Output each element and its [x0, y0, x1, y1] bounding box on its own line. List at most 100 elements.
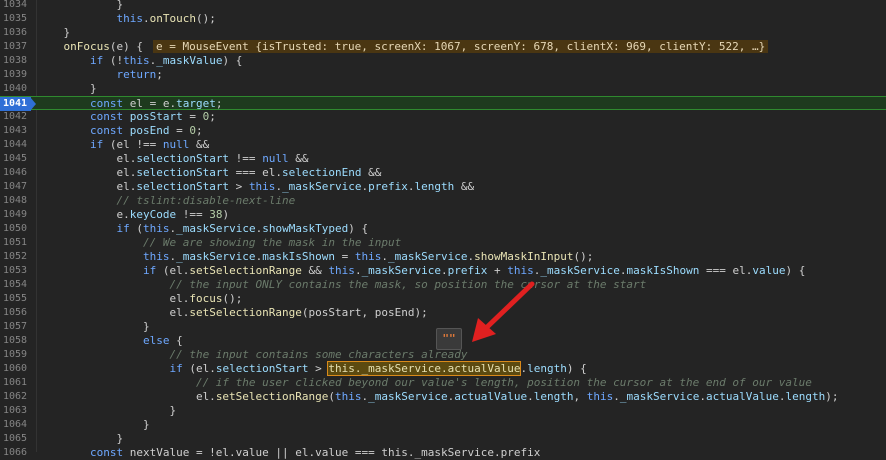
line-number[interactable]: 1060 [0, 362, 33, 376]
code-line[interactable]: 1059 // the input contains some characte… [0, 348, 886, 362]
code-line[interactable]: 1066 const nextValue = !el.value || el.v… [0, 446, 886, 460]
code-token: nextValue = !el.value || el.value === th… [123, 446, 541, 459]
code-line[interactable]: 1038 if (!this._maskValue) { [0, 54, 886, 68]
line-number[interactable]: 1059 [0, 348, 33, 362]
code-line[interactable]: 1056 el.setSelectionRange(posStart, posE… [0, 306, 886, 320]
line-number[interactable]: 1066 [0, 446, 33, 460]
line-number[interactable]: 1042 [0, 110, 33, 124]
line-number[interactable]: 1051 [0, 236, 33, 250]
code-token: ) { [348, 222, 369, 235]
code-line[interactable]: 1049 e.keyCode !== 38) [0, 208, 886, 222]
line-number[interactable]: 1056 [0, 306, 33, 320]
code-text: this._maskService.maskIsShown = this._ma… [37, 250, 593, 264]
code-line[interactable]: 1051 // We are showing the mask in the i… [0, 236, 886, 250]
line-number[interactable]: 1062 [0, 390, 33, 404]
code-text: if (!this._maskValue) { [37, 54, 242, 68]
line-number[interactable]: 1057 [0, 320, 33, 334]
line-number[interactable]: 1038 [0, 54, 33, 68]
code-token: + [487, 264, 508, 277]
code-token: el. [37, 292, 190, 305]
line-number[interactable]: 1063 [0, 404, 33, 418]
line-number[interactable]: 1036 [0, 26, 33, 40]
line-number[interactable]: 1054 [0, 278, 33, 292]
line-number[interactable]: 1034 [0, 0, 33, 12]
code-line[interactable]: 1064 } [0, 418, 886, 432]
code-text: el.setSelectionRange(this._maskService.a… [37, 390, 839, 404]
code-token: // if the user clicked beyond our value'… [37, 376, 812, 389]
line-number[interactable]: 1052 [0, 250, 33, 264]
code-text: const nextValue = !el.value || el.value … [37, 446, 540, 460]
code-text: el.selectionStart !== null && [37, 152, 308, 166]
line-number[interactable]: 1055 [0, 292, 33, 306]
code-line[interactable]: 1034 } [0, 0, 886, 12]
code-token: (el. [156, 264, 190, 277]
code-text: el.selectionStart === el.selectionEnd && [37, 166, 381, 180]
code-token: (); [222, 292, 243, 305]
code-token: if [37, 264, 157, 277]
code-line[interactable]: 1054 // the input ONLY contains the mask… [0, 278, 886, 292]
current-line[interactable]: 1041 const el = e.target; [0, 96, 886, 111]
line-number[interactable]: 1040 [0, 82, 33, 96]
code-token: } [37, 404, 177, 417]
code-line[interactable]: 1052 this._maskService.maskIsShown = thi… [0, 250, 886, 264]
code-line[interactable]: 1035 this.onTouch(); [0, 12, 886, 26]
code-token: length [785, 390, 826, 403]
code-token: && [454, 180, 475, 193]
code-line[interactable]: 1050 if (this._maskService.showMaskTyped… [0, 222, 886, 236]
line-number[interactable]: 1058 [0, 334, 33, 348]
code-line[interactable]: 1044 if (el !== null && [0, 138, 886, 152]
line-number[interactable]: 1039 [0, 68, 33, 82]
code-token: this [37, 12, 143, 25]
code-token: const [37, 110, 124, 123]
code-line[interactable]: 1053 if (el.setSelectionRange && this._m… [0, 264, 886, 278]
line-number[interactable]: 1045 [0, 152, 33, 166]
code-line[interactable]: 1045 el.selectionStart !== null && [0, 152, 886, 166]
code-line[interactable]: 1055 el.focus(); [0, 292, 886, 306]
code-line[interactable]: 1065 } [0, 432, 886, 446]
code-token: value [752, 264, 786, 277]
line-number[interactable]: 1061 [0, 376, 33, 390]
line-number[interactable]: 1035 [0, 12, 33, 26]
line-number[interactable]: 1047 [0, 180, 33, 194]
code-line[interactable]: 1063 } [0, 404, 886, 418]
line-number[interactable]: 1037 [0, 40, 33, 54]
code-token: selectionStart [215, 362, 309, 375]
line-number[interactable]: 1064 [0, 418, 33, 432]
line-number[interactable]: 1065 [0, 432, 33, 446]
line-number[interactable]: 1048 [0, 194, 33, 208]
code-token: selectionStart [136, 152, 230, 165]
line-number[interactable]: 1044 [0, 138, 33, 152]
code-editor[interactable]: 1034 } 1035 this.onTouch(); 1036 } 1037 onF… [0, 0, 886, 459]
code-line[interactable]: 1061 // if the user clicked beyond our v… [0, 376, 886, 390]
code-line[interactable]: 1039 return; [0, 68, 886, 82]
line-number[interactable]: 1043 [0, 124, 33, 138]
code-text: if (this._maskService.showMaskTyped) { [37, 222, 368, 236]
code-text: } [37, 0, 123, 12]
code-token: = [169, 124, 190, 137]
code-token: ; [156, 68, 163, 81]
code-token: actualValue [705, 390, 779, 403]
line-number[interactable]: 1053 [0, 264, 33, 278]
code-line[interactable]: 1036 } [0, 26, 886, 40]
code-line[interactable]: 1040 } [0, 82, 886, 96]
code-line[interactable]: 1062 el.setSelectionRange(this._maskServ… [0, 390, 886, 404]
code-token: // the input contains some characters al… [37, 348, 441, 361]
inline-debug-value: e = MouseEvent {isTrusted: true, screenX… [152, 40, 769, 53]
code-token: this [586, 390, 614, 403]
code-token: (e) { [109, 40, 143, 53]
code-line[interactable]: 1037 onFocus(e) {e = MouseEvent {isTrust… [0, 40, 886, 54]
code-token: el = e. [123, 97, 177, 110]
code-line[interactable]: 1046 el.selectionStart === el.selectionE… [0, 166, 886, 180]
code-line[interactable]: 1060 if (el.selectionStart > this._maskS… [0, 361, 886, 376]
code-token: _maskService [361, 264, 442, 277]
code-line[interactable]: 1048 // tslint:disable-next-line [0, 194, 886, 208]
line-number[interactable]: 1046 [0, 166, 33, 180]
line-number[interactable]: 1049 [0, 208, 33, 222]
code-line[interactable]: 1047 el.selectionStart > this. _maskServi… [0, 180, 886, 194]
line-number[interactable]: 1050 [0, 222, 33, 236]
code-token: showMaskInInput [474, 250, 574, 263]
code-line[interactable]: 1042 const posStart = 0; [0, 110, 886, 124]
code-token: keyCode [129, 208, 177, 221]
line-number[interactable]: 1041 [0, 97, 31, 111]
code-line[interactable]: 1043 const posEnd = 0; [0, 124, 886, 138]
